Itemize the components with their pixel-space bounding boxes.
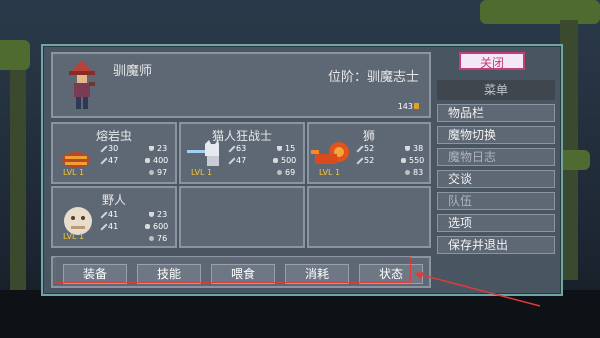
annotation-arrow [414, 272, 541, 307]
